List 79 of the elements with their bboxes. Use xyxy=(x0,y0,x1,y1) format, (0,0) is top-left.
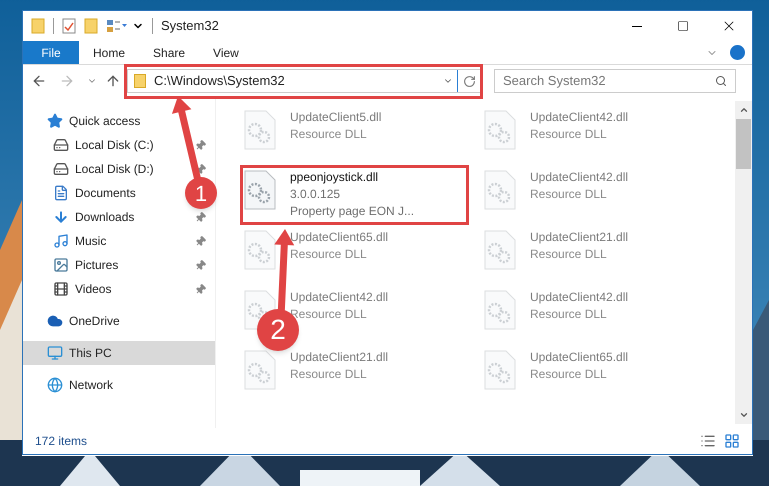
sidebar-item[interactable]: This PC xyxy=(23,341,215,365)
file-gear-icon xyxy=(484,230,516,270)
properties-icon xyxy=(106,19,128,33)
file-gear-icon xyxy=(244,110,276,150)
file-name[interactable]: UpdateClient65.dll xyxy=(530,349,628,366)
file-detail: Property page EON J... xyxy=(290,203,414,220)
sidebar-item[interactable]: Music xyxy=(23,229,114,253)
window-title: System32 xyxy=(161,17,219,36)
folder-icon xyxy=(84,18,98,34)
help-icon[interactable] xyxy=(730,45,745,60)
sidebar-item[interactable]: Quick access xyxy=(23,109,148,133)
refresh-icon[interactable] xyxy=(463,74,476,88)
file-name[interactable]: UpdateClient42.dll xyxy=(530,109,628,126)
file-name[interactable]: UpdateClient42.dll xyxy=(530,289,628,306)
address-field[interactable]: C:\Windows\System32 xyxy=(127,69,482,93)
sidebar-item[interactable]: Local Disk (D:) xyxy=(23,157,162,181)
file-detail: 3.0.0.125 xyxy=(290,186,342,203)
file-detail: Resource DLL xyxy=(290,306,368,323)
file-gear-icon xyxy=(244,230,276,270)
file-detail: Resource DLL xyxy=(530,306,608,323)
search-field[interactable]: Search System32 xyxy=(494,69,736,93)
file-name[interactable]: UpdateClient42.dll xyxy=(290,289,388,306)
star-icon xyxy=(47,113,63,129)
file-detail: Resource DLL xyxy=(290,366,368,383)
ribbon-tab[interactable]: Home xyxy=(79,41,140,64)
large-icons-view-icon[interactable] xyxy=(724,433,740,449)
file-detail: Resource DLL xyxy=(290,246,368,263)
address-path: C:\Windows\System32 xyxy=(154,73,285,89)
file-detail: Resource DLL xyxy=(290,126,368,143)
file-detail: Resource DLL xyxy=(530,126,608,143)
cloud-icon xyxy=(47,313,63,329)
monitor-icon xyxy=(47,345,63,361)
item-count: 172 items xyxy=(35,433,88,450)
file-name[interactable]: UpdateClient21.dll xyxy=(530,229,628,246)
back-icon[interactable] xyxy=(31,73,47,89)
folder-icon xyxy=(134,74,146,88)
file-name[interactable]: UpdateClient42.dll xyxy=(530,169,628,186)
image-icon xyxy=(53,257,69,273)
scroll-up-icon[interactable] xyxy=(738,105,748,115)
sidebar-item[interactable]: Documents xyxy=(23,181,144,205)
ribbon-tab[interactable]: View xyxy=(199,41,253,64)
checklist-icon xyxy=(62,18,76,34)
file-name[interactable]: ppeonjoystick.dll xyxy=(290,169,414,186)
download-icon xyxy=(53,209,69,225)
sidebar-item[interactable]: Local Disk (C:) xyxy=(23,133,162,157)
file-name[interactable]: UpdateClient65.dll xyxy=(290,229,388,246)
file-detail: Resource DLL xyxy=(530,366,608,383)
music-icon xyxy=(53,233,69,249)
file-name[interactable]: UpdateClient21.dll xyxy=(290,349,388,366)
file-name[interactable]: UpdateClient5.dll xyxy=(290,109,382,126)
search-icon[interactable] xyxy=(715,75,727,87)
document-icon xyxy=(53,185,69,201)
scrollbar[interactable] xyxy=(735,101,752,424)
up-icon[interactable] xyxy=(105,73,121,89)
maximize-icon xyxy=(677,20,689,32)
ribbon-tab[interactable]: Share xyxy=(139,41,200,64)
file-gear-icon xyxy=(244,170,276,210)
film-icon xyxy=(53,281,69,297)
sidebar-item[interactable]: OneDrive xyxy=(23,309,128,333)
search-input[interactable]: Search System32 xyxy=(503,71,715,91)
sidebar-item[interactable]: Pictures xyxy=(23,253,126,277)
file-gear-icon xyxy=(484,290,516,330)
network-icon xyxy=(47,377,63,393)
file-gear-icon xyxy=(484,110,516,150)
file-gear-icon xyxy=(244,350,276,390)
drive-icon xyxy=(53,161,69,177)
file-gear-icon xyxy=(484,350,516,390)
file-detail: Resource DLL xyxy=(530,186,608,203)
scroll-down-icon[interactable] xyxy=(738,410,748,420)
sidebar-item[interactable]: Videos xyxy=(23,277,120,301)
drive-icon xyxy=(53,137,69,153)
sidebar-item[interactable]: Network xyxy=(23,373,122,397)
file-gear-icon xyxy=(484,170,516,210)
sidebar-item[interactable]: Downloads xyxy=(23,205,142,229)
scrollbar-thumb[interactable] xyxy=(736,119,751,169)
file-detail: Resource DLL xyxy=(530,246,608,263)
folder-icon xyxy=(31,18,45,34)
details-view-icon[interactable] xyxy=(700,433,716,449)
ribbon-tab[interactable]: File xyxy=(23,41,79,64)
